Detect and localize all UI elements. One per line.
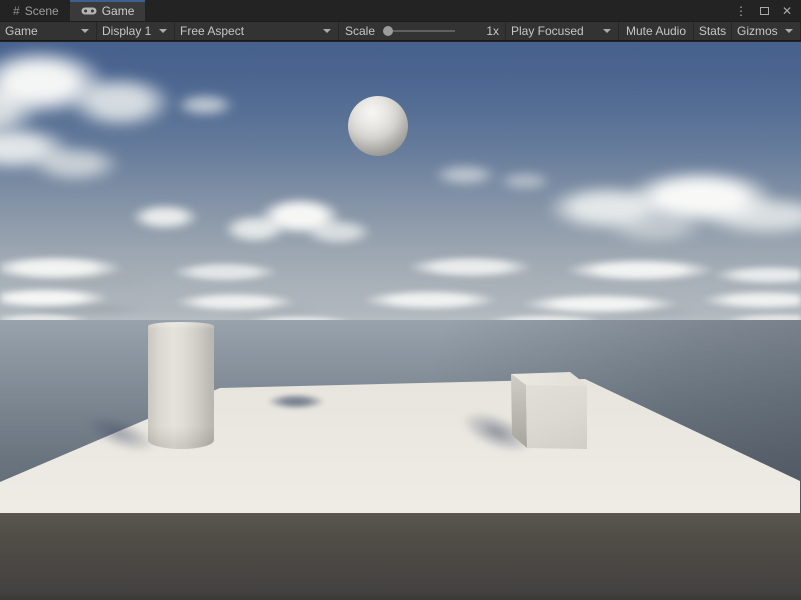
chevron-down-icon <box>785 29 793 33</box>
close-icon[interactable]: ✕ <box>782 5 792 17</box>
game-view-dropdown[interactable]: Game <box>0 22 97 40</box>
mute-audio-button[interactable]: Mute Audio <box>619 22 694 40</box>
chevron-down-icon <box>603 29 611 33</box>
cube-front-face <box>526 385 587 450</box>
maximize-icon[interactable] <box>760 7 769 15</box>
unity-game-window: # Scene Game ⋮ ✕ Game Display 1 Free <box>0 0 801 600</box>
stats-label: Stats <box>699 24 726 38</box>
scale-slider[interactable] <box>383 26 476 36</box>
chevron-down-icon <box>159 29 167 33</box>
aspect-ratio-dropdown[interactable]: Free Aspect <box>175 22 339 40</box>
mute-audio-label: Mute Audio <box>626 24 686 38</box>
display-dropdown[interactable]: Display 1 <box>97 22 175 40</box>
tab-scene[interactable]: # Scene <box>2 0 70 21</box>
gamepad-icon <box>81 6 97 16</box>
play-focused-label: Play Focused <box>511 24 584 38</box>
floating-sphere <box>348 96 408 156</box>
scene-grid-icon: # <box>13 4 20 18</box>
chevron-down-icon <box>81 29 89 33</box>
gizmos-label: Gizmos <box>737 24 778 38</box>
cloud <box>95 187 235 247</box>
dark-foreground <box>0 513 801 600</box>
cylinder <box>148 322 214 449</box>
scale-value: 1x <box>486 24 499 38</box>
aspect-ratio-label: Free Aspect <box>180 24 244 38</box>
cloud-band <box>0 310 801 320</box>
play-focused-dropdown[interactable]: Play Focused <box>506 22 619 40</box>
tab-bar: # Scene Game ⋮ ✕ <box>0 0 801 21</box>
sphere-shadow <box>268 394 324 409</box>
display-dropdown-label: Display 1 <box>102 24 151 38</box>
scale-label: Scale <box>345 24 375 38</box>
sky <box>0 42 801 320</box>
chevron-down-icon <box>323 29 331 33</box>
kebab-menu-icon[interactable]: ⋮ <box>735 5 747 17</box>
tab-game[interactable]: Game <box>70 0 146 21</box>
game-viewport[interactable] <box>0 42 801 600</box>
game-view-toolbar: Game Display 1 Free Aspect Scale 1x Play… <box>0 21 801 41</box>
cloud <box>150 77 260 132</box>
window-controls: ⋮ ✕ <box>735 0 801 21</box>
stats-button[interactable]: Stats <box>694 22 732 40</box>
tab-game-label: Game <box>102 4 135 18</box>
scale-slider-knob[interactable] <box>383 26 393 36</box>
scale-control: Scale 1x <box>339 22 506 40</box>
scale-slider-track[interactable] <box>393 30 455 32</box>
tab-scene-label: Scene <box>25 4 59 18</box>
game-view-dropdown-label: Game <box>5 24 38 38</box>
gizmos-dropdown[interactable]: Gizmos <box>732 22 801 40</box>
